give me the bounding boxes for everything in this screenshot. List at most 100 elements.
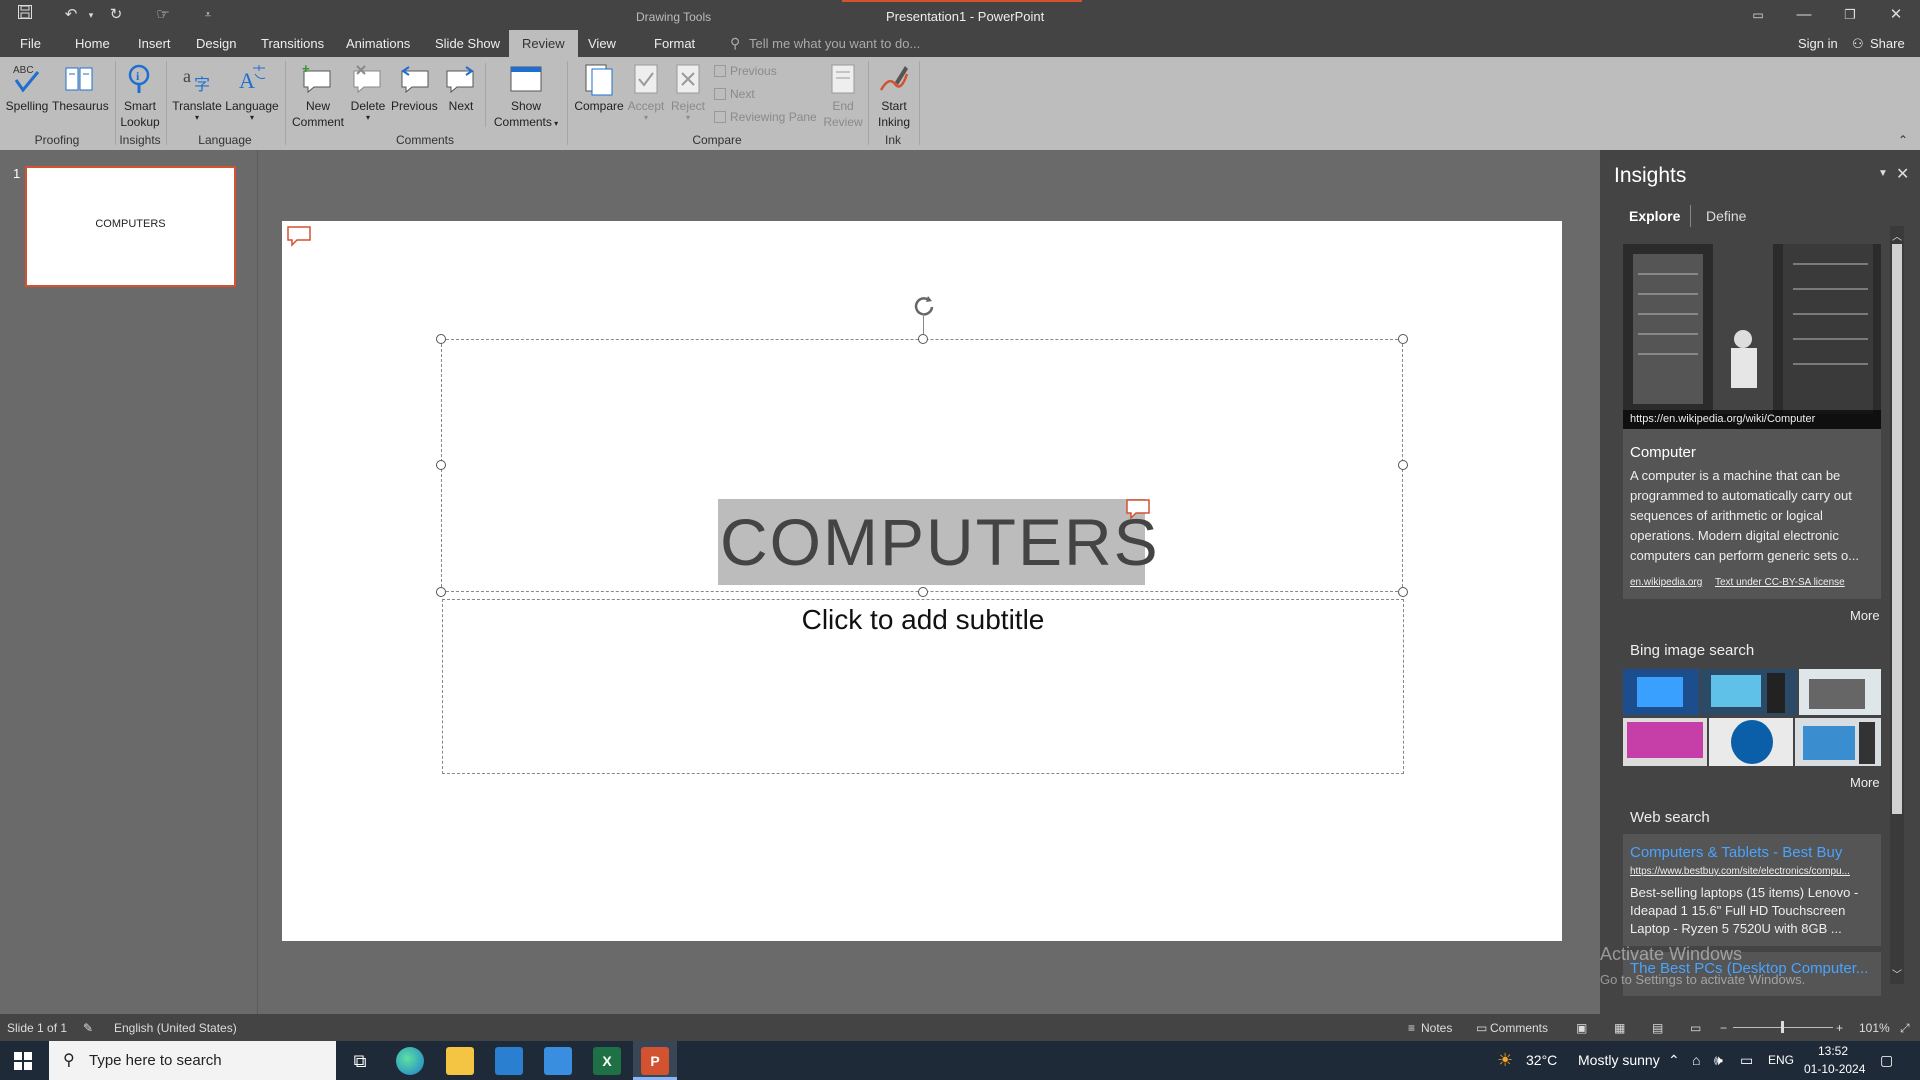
temperature[interactable]: 32°C: [1526, 1052, 1557, 1068]
bing-image[interactable]: [1623, 718, 1707, 766]
clock-time[interactable]: 13:52: [1818, 1044, 1848, 1058]
collapse-ribbon-icon[interactable]: ⌃: [1898, 133, 1908, 147]
translate-button[interactable]: a字 Translate ▾: [170, 62, 224, 122]
previous-comment-button[interactable]: Previous: [391, 62, 438, 114]
compare-button[interactable]: Compare: [571, 62, 627, 114]
zoom-in-icon[interactable]: +: [1836, 1021, 1843, 1035]
slide-thumbnail[interactable]: COMPUTERS: [25, 166, 236, 287]
bing-image[interactable]: [1623, 669, 1699, 715]
slide-title[interactable]: COMPUTERS: [718, 499, 1158, 585]
resize-handle-se[interactable]: [1398, 587, 1408, 597]
comments-button[interactable]: Comments: [1490, 1021, 1548, 1035]
next-change-button[interactable]: Next: [714, 87, 755, 101]
language-status[interactable]: English (United States): [114, 1021, 237, 1035]
license-link[interactable]: Text under CC-BY-SA license: [1715, 577, 1845, 588]
title-selection-highlight[interactable]: COMPUTERS: [718, 499, 1158, 585]
task-view-icon[interactable]: ⧉: [346, 1047, 374, 1075]
slide-canvas[interactable]: COMPUTERS Click to add subtitle: [282, 221, 1562, 941]
sign-in-link[interactable]: Sign in: [1798, 36, 1838, 51]
bing-image[interactable]: [1701, 669, 1797, 715]
undo-icon[interactable]: ↶: [60, 4, 82, 26]
bing-image[interactable]: [1799, 669, 1881, 715]
web-result-title[interactable]: Computers & Tablets - Best Buy: [1630, 844, 1842, 861]
taskbar-search-box[interactable]: ⚲ Type here to search: [49, 1041, 336, 1080]
tab-design[interactable]: Design: [196, 36, 236, 51]
minimize-icon[interactable]: —: [1784, 3, 1824, 27]
volume-icon[interactable]: 🕪: [1714, 1052, 1723, 1069]
bing-image[interactable]: [1795, 718, 1881, 766]
tab-insert[interactable]: Insert: [138, 36, 171, 51]
zoom-level[interactable]: 101%: [1859, 1021, 1890, 1035]
previous-change-button[interactable]: Previous: [714, 64, 777, 78]
mail-icon[interactable]: [544, 1047, 572, 1075]
comment-marker-icon[interactable]: [286, 225, 312, 249]
subtitle-placeholder[interactable]: Click to add subtitle: [442, 599, 1404, 774]
taskbar-search-placeholder[interactable]: Type here to search: [89, 1052, 222, 1069]
tab-transitions[interactable]: Transitions: [261, 36, 324, 51]
powerpoint-icon[interactable]: P: [641, 1047, 669, 1075]
tab-review[interactable]: Review: [509, 30, 578, 57]
scroll-down-icon[interactable]: ﹀: [1890, 966, 1904, 981]
spelling-button[interactable]: ABC Spelling: [4, 62, 50, 114]
subtitle-prompt[interactable]: Click to add subtitle: [443, 604, 1403, 636]
language-button[interactable]: A Language ▾: [224, 62, 280, 122]
clock-date[interactable]: 01-10-2024: [1804, 1062, 1865, 1076]
edge-icon[interactable]: [396, 1047, 424, 1075]
next-comment-button[interactable]: Next: [440, 62, 482, 114]
tab-animations[interactable]: Animations: [346, 36, 410, 51]
reject-button[interactable]: Reject ▾: [668, 62, 708, 122]
slide-sorter-icon[interactable]: ▦: [1614, 1021, 1625, 1035]
rotate-handle-icon[interactable]: [912, 293, 936, 317]
tab-file[interactable]: File: [20, 36, 41, 51]
accept-button[interactable]: Accept ▾: [626, 62, 666, 122]
show-hidden-icons[interactable]: ⌃: [1668, 1052, 1680, 1069]
scroll-up-icon[interactable]: ︿: [1890, 228, 1904, 243]
end-review-button[interactable]: End Review: [822, 62, 864, 130]
resize-handle-s[interactable]: [918, 587, 928, 597]
start-inking-button[interactable]: Start Inking: [872, 62, 916, 130]
insights-scrollbar[interactable]: ︿ ﹀: [1890, 226, 1904, 984]
wikipedia-card[interactable]: https://en.wikipedia.org/wiki/Computer C…: [1623, 244, 1881, 599]
resize-handle-sw[interactable]: [436, 587, 446, 597]
pane-close-icon[interactable]: ✕: [1896, 164, 1909, 184]
source-link[interactable]: en.wikipedia.org: [1630, 577, 1702, 588]
undo-dropdown-icon[interactable]: ▾: [80, 4, 102, 26]
bing-image[interactable]: [1709, 718, 1793, 766]
network-icon[interactable]: ⌂: [1692, 1052, 1700, 1068]
input-language[interactable]: ENG: [1768, 1053, 1794, 1067]
file-explorer-icon[interactable]: [446, 1047, 474, 1075]
web-result-url[interactable]: https://www.bestbuy.com/site/electronics…: [1630, 866, 1874, 877]
weather-icon[interactable]: ☀: [1497, 1050, 1513, 1071]
save-icon[interactable]: [14, 4, 36, 26]
tab-slide-show[interactable]: Slide Show: [435, 36, 500, 51]
comment-marker-icon[interactable]: [1125, 498, 1151, 522]
spellcheck-icon[interactable]: ✎: [83, 1021, 93, 1035]
resize-handle-nw[interactable]: [436, 334, 446, 344]
notifications-icon[interactable]: ▢: [1880, 1052, 1893, 1069]
tab-home[interactable]: Home: [75, 36, 110, 51]
customize-qat-icon[interactable]: ⩡: [197, 4, 219, 26]
tab-view[interactable]: View: [588, 36, 616, 51]
microsoft-store-icon[interactable]: [495, 1047, 523, 1075]
more-link[interactable]: More: [1850, 775, 1880, 790]
resize-handle-w[interactable]: [436, 460, 446, 470]
excel-icon[interactable]: X: [593, 1047, 621, 1075]
weather-status[interactable]: Mostly sunny: [1578, 1052, 1660, 1068]
scrollbar-thumb[interactable]: [1892, 244, 1902, 814]
tell-me-search[interactable]: Tell me what you want to do...: [749, 36, 920, 51]
zoom-slider-thumb[interactable]: [1781, 1021, 1784, 1033]
notes-button[interactable]: Notes: [1421, 1021, 1452, 1035]
image-source-url[interactable]: https://en.wikipedia.org/wiki/Computer: [1623, 410, 1881, 429]
reading-view-icon[interactable]: ▤: [1652, 1021, 1663, 1035]
show-comments-button[interactable]: Show Comments ▾: [489, 62, 563, 132]
ribbon-display-options-icon[interactable]: ▭: [1738, 3, 1778, 27]
smart-lookup-button[interactable]: i Smart Lookup: [117, 62, 163, 130]
more-link[interactable]: More: [1850, 608, 1880, 623]
pane-options-icon[interactable]: ▼: [1878, 168, 1888, 179]
zoom-out-icon[interactable]: −: [1720, 1021, 1727, 1035]
web-result-card[interactable]: Computers & Tablets - Best Buy https://w…: [1623, 834, 1881, 946]
tab-define[interactable]: Define: [1706, 208, 1746, 224]
delete-comment-button[interactable]: Delete ▾: [348, 62, 388, 122]
windows-start-icon[interactable]: [14, 1052, 32, 1073]
redo-icon[interactable]: ↻: [105, 4, 127, 26]
